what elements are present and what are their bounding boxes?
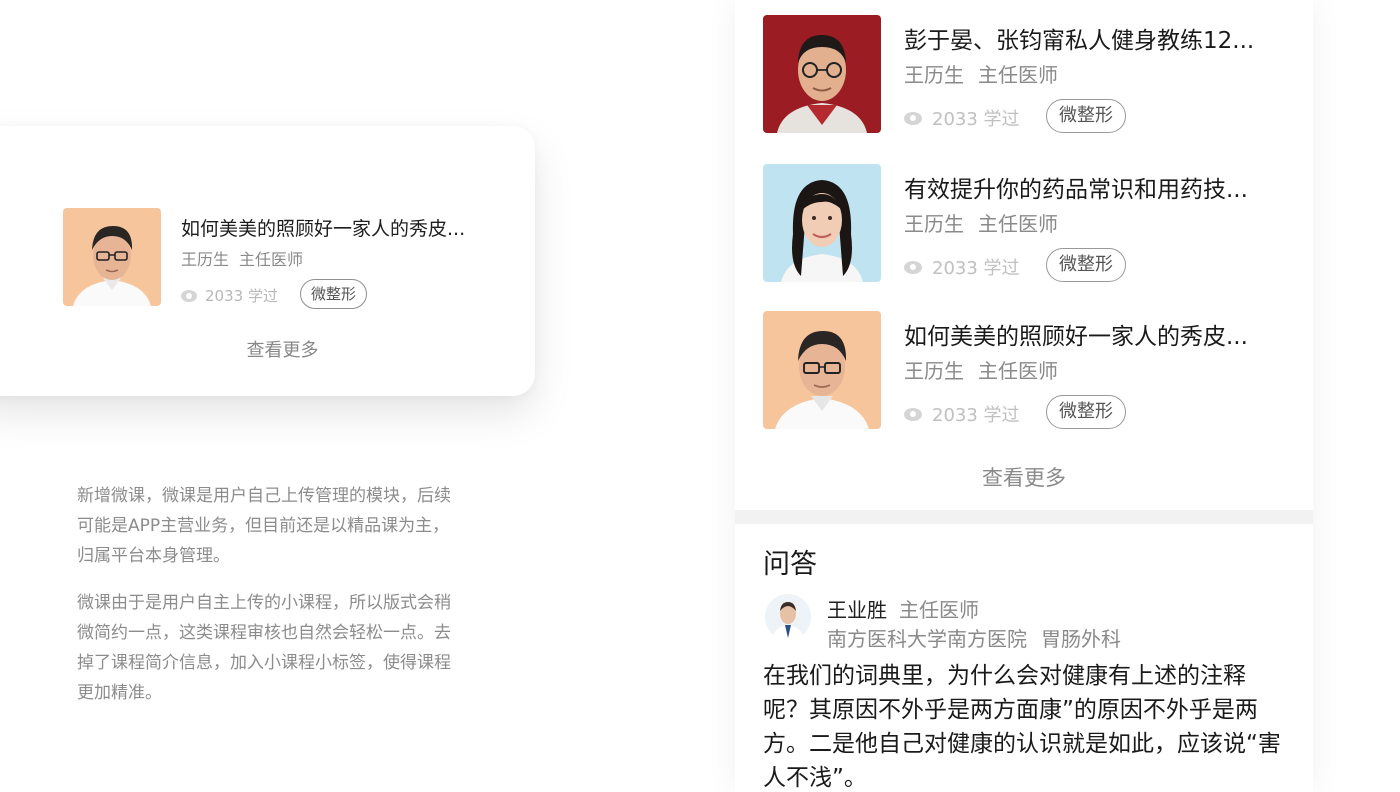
author-role: 主任医师	[978, 359, 1058, 383]
design-description: 新增微课，微课是用户自己上传管理的模块，后续可能是APP主营业务，但目前还是以精…	[77, 481, 457, 708]
course-item[interactable]: 有效提升你的药品常识和用药技... 王历生 主任医师 2033 学过 微整形	[763, 164, 1283, 282]
author-name: 王历生	[181, 250, 230, 269]
view-count: 2033 学过	[181, 285, 278, 306]
author-role: 主任医师	[978, 63, 1058, 87]
view-count: 2033 学过	[904, 401, 1020, 427]
author-name: 王历生	[904, 212, 964, 236]
section-title: 问答	[763, 549, 817, 580]
course-title: 如何美美的照顾好一家人的秀皮...	[904, 324, 1248, 350]
eye-icon	[904, 111, 922, 125]
course-thumbnail	[63, 208, 161, 306]
doctor-affiliation: 南方医科大学南方医院 胃肠外科	[827, 623, 1121, 652]
view-count-text: 2033 学过	[205, 287, 278, 305]
course-author: 王历生 主任医师	[904, 355, 1058, 384]
eye-icon	[904, 407, 922, 421]
course-author: 王历生 主任医师	[904, 208, 1058, 237]
view-count: 2033 学过	[904, 254, 1020, 280]
doctor-role: 主任医师	[899, 598, 979, 622]
course-list-section: 彭于晏、张钧甯私人健身教练12... 王历生主任医师 2033 学过 微整形	[735, 0, 1313, 510]
eye-icon	[181, 289, 197, 302]
description-paragraph: 微课由于是用户自主上传的小课程，所以版式会稍微简约一点，这类课程审核也自然会轻松…	[77, 593, 451, 703]
doctor-name: 王业胜	[827, 598, 887, 622]
view-count-text: 2033 学过	[932, 109, 1020, 130]
phone-screen: 彭于晏、张钧甯私人健身教练12... 王历生主任医师 2033 学过 微整形	[735, 0, 1313, 792]
see-more-link[interactable]: 查看更多	[0, 336, 535, 362]
course-thumbnail	[763, 164, 881, 282]
micro-course-card: 如何美美的照顾好一家人的秀皮... 王历生 主任医师 2033 学过 微整形 查看…	[0, 126, 535, 396]
course-title: 彭于晏、张钧甯私人健身教练12...	[904, 28, 1255, 54]
answer-content[interactable]: 在我们的词典里，为什么会对健康有上述的注释呢？其原因不外乎是两方面康”的原因不外…	[763, 659, 1288, 792]
view-count: 2033 学过	[904, 105, 1020, 131]
course-author: 王历生 主任医师	[904, 59, 1058, 88]
see-more-link[interactable]: 查看更多	[735, 462, 1313, 492]
course-item[interactable]: 彭于晏、张钧甯私人健身教练12... 王历生 主任医师 2033 学过 微整形	[763, 15, 1283, 133]
course-tag[interactable]: 微整形	[1046, 395, 1126, 429]
doctor-name-line: 王业胜 主任医师	[827, 594, 979, 623]
doctor-avatar[interactable]	[765, 594, 811, 640]
course-item[interactable]: 如何美美的照顾好一家人的秀皮... 王历生 主任医师 2033 学过 微整形	[763, 311, 1283, 429]
eye-icon	[904, 260, 922, 274]
course-tag[interactable]: 微整形	[1046, 248, 1126, 282]
author-role: 主任医师	[978, 212, 1058, 236]
course-tag[interactable]: 微整形	[1046, 99, 1126, 133]
author-name: 王历生	[904, 359, 964, 383]
author-name: 王历生	[904, 63, 964, 87]
course-thumbnail	[763, 15, 881, 133]
description-paragraph: 新增微课，微课是用户自己上传管理的模块，后续可能是APP主营业务，但目前还是以精…	[77, 486, 451, 566]
hospital-name: 南方医科大学南方医院	[827, 627, 1027, 651]
course-author: 王历生 主任医师	[181, 246, 303, 270]
qa-section: 问答 王业胜 主任医师 南方医科大学南方医院 胃肠外科 在我们的词典里，为什么会对健…	[735, 524, 1313, 792]
view-count-text: 2033 学过	[932, 405, 1020, 426]
course-thumbnail	[763, 311, 881, 429]
course-tag[interactable]: 微整形	[300, 279, 368, 309]
view-count-text: 2033 学过	[932, 258, 1020, 279]
author-role: 主任医师	[239, 250, 304, 269]
course-item[interactable]: 如何美美的照顾好一家人的秀皮... 王历生 主任医师 2033 学过 微整形	[63, 208, 503, 309]
department-name: 胃肠外科	[1041, 627, 1121, 651]
course-title: 如何美美的照顾好一家人的秀皮...	[181, 218, 466, 240]
course-title: 有效提升你的药品常识和用药技...	[904, 177, 1248, 203]
